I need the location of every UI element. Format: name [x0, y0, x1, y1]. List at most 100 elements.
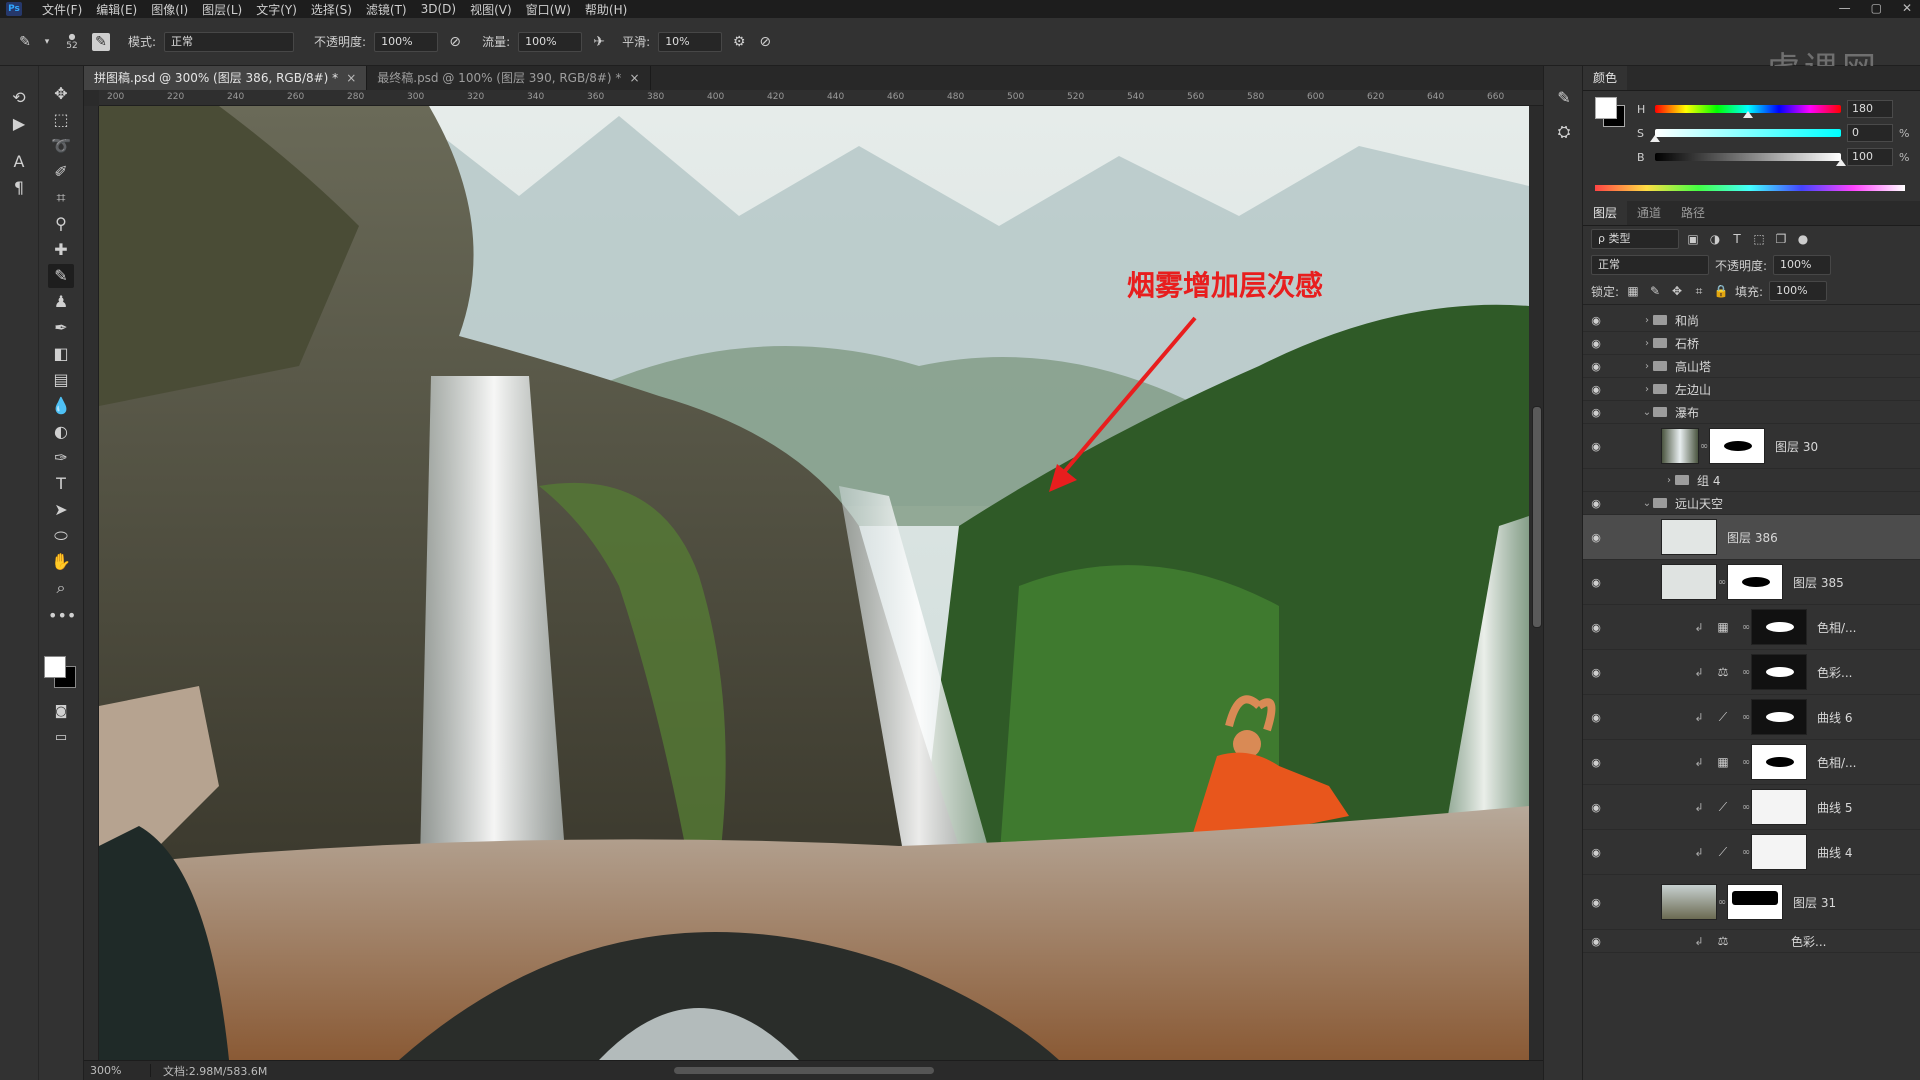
link-icon[interactable]: ∞ [1741, 802, 1751, 813]
close-icon[interactable]: × [346, 66, 356, 90]
move-tool-icon[interactable]: ✥ [48, 82, 74, 106]
layer-group[interactable]: › 组 4 [1583, 469, 1920, 492]
zoom-tool-icon[interactable]: ⌕ [48, 576, 74, 600]
menu-image[interactable]: 图像(I) [151, 1, 188, 18]
layer-group[interactable]: ◉ ⌄ 远山天空 [1583, 492, 1920, 515]
airbrush-icon[interactable]: ✈ [590, 33, 608, 51]
eye-icon[interactable]: ◉ [1583, 621, 1609, 634]
layer-adjustment[interactable]: ◉ ↲ ⚖ 色彩... [1583, 930, 1920, 953]
eye-icon[interactable]: ◉ [1583, 935, 1609, 948]
filter-toggle-icon[interactable]: ● [1795, 231, 1811, 247]
layer-adjustment[interactable]: ◉ ↲ ⚖ ∞ 色彩... [1583, 650, 1920, 695]
chevron-down-icon[interactable]: ▾ [42, 33, 52, 51]
eye-icon[interactable]: ◉ [1583, 383, 1609, 396]
brush-panel-toggle-icon[interactable]: ✎ [92, 32, 110, 51]
eye-icon[interactable]: ◉ [1583, 406, 1609, 419]
dodge-tool-icon[interactable]: ◐ [48, 420, 74, 444]
link-icon[interactable]: ∞ [1741, 712, 1751, 723]
history-icon[interactable]: ⟲ [6, 86, 32, 110]
hue-slider-knob[interactable] [1743, 111, 1753, 118]
crop-tool-icon[interactable]: ⌗ [48, 186, 74, 210]
eye-icon[interactable]: ◉ [1583, 440, 1609, 453]
saturation-slider[interactable] [1650, 129, 1841, 142]
eye-icon[interactable]: ◉ [1583, 896, 1609, 909]
eye-icon[interactable]: ◉ [1583, 531, 1609, 544]
eye-icon[interactable]: ◉ [1583, 314, 1609, 327]
screen-mode-icon[interactable]: ▭ [48, 726, 74, 750]
chevron-right-icon[interactable]: › [1663, 475, 1675, 486]
menu-file[interactable]: 文件(F) [42, 1, 82, 18]
tab-layers[interactable]: 图层 [1583, 201, 1628, 225]
pressure-size-icon[interactable]: ⊘ [756, 33, 774, 51]
layer-image[interactable]: ◉ ∞ 图层 385 [1583, 560, 1920, 605]
layer-filter-select[interactable]: ρ 类型 [1591, 229, 1679, 249]
layer-mask-thumbnail[interactable] [1709, 428, 1765, 464]
history-brush-tool-icon[interactable]: ✒ [48, 316, 74, 340]
smoothing-input[interactable]: 10% [658, 31, 723, 52]
brush-settings-icon[interactable]: ✎ [1551, 86, 1577, 110]
foreground-color-swatch[interactable] [1595, 97, 1617, 119]
close-icon[interactable]: ✕ [1902, 0, 1912, 16]
filter-type-icon[interactable]: T [1729, 231, 1745, 247]
layer-mask-thumbnail[interactable] [1751, 834, 1807, 870]
character-icon[interactable]: A [6, 150, 32, 174]
hue-saturation-icon[interactable]: ▦ [1715, 754, 1731, 770]
hue-saturation-icon[interactable]: ▦ [1715, 619, 1731, 635]
color-ramp[interactable] [1595, 185, 1905, 191]
scroll-thumb[interactable] [1532, 406, 1542, 628]
ellipse-tool-icon[interactable]: ⬭ [48, 524, 74, 548]
chevron-down-icon[interactable]: ⌄ [1641, 407, 1653, 418]
link-icon[interactable]: ∞ [1741, 757, 1751, 768]
link-icon[interactable]: ∞ [1717, 577, 1727, 588]
eye-icon[interactable]: ◉ [1583, 711, 1609, 724]
canvas-vertical-scrollbar[interactable] [1529, 106, 1543, 1060]
layer-image[interactable]: ◉ ∞ 图层 30 [1583, 424, 1920, 469]
chevron-right-icon[interactable]: › [1641, 315, 1653, 326]
lock-transparent-icon[interactable]: ▦ [1625, 283, 1641, 299]
link-icon[interactable]: ∞ [1699, 441, 1709, 452]
filter-shape-icon[interactable]: ⬚ [1751, 231, 1767, 247]
lasso-tool-icon[interactable]: ➰ [48, 134, 74, 158]
saturation-value[interactable]: 0 [1847, 124, 1893, 142]
eye-icon[interactable]: ◉ [1583, 497, 1609, 510]
tab-paths[interactable]: 路径 [1671, 201, 1715, 225]
filter-adjustment-icon[interactable]: ◑ [1707, 231, 1723, 247]
eyedropper-tool-icon[interactable]: ⚲ [48, 212, 74, 236]
document-canvas[interactable]: 烟雾增加层次感 [99, 106, 1529, 1060]
curves-icon[interactable]: ⟋ [1715, 799, 1731, 815]
layer-opacity-input[interactable]: 100% [1773, 255, 1832, 275]
menu-type[interactable]: 文字(Y) [256, 1, 297, 18]
eye-icon[interactable]: ◉ [1583, 801, 1609, 814]
type-tool-icon[interactable]: T [48, 472, 74, 496]
blur-tool-icon[interactable]: 💧 [48, 394, 74, 418]
eye-icon[interactable]: ◉ [1583, 846, 1609, 859]
brush-tool-icon[interactable]: ✎ [48, 264, 74, 288]
zoom-level[interactable]: 300% [84, 1064, 151, 1077]
gear-icon[interactable]: ⚙ [730, 33, 748, 51]
canvas-horizontal-scrollbar[interactable] [674, 1067, 934, 1074]
menu-layer[interactable]: 图层(L) [202, 1, 242, 18]
layer-group[interactable]: ◉ ⌄ 瀑布 [1583, 401, 1920, 424]
brightness-slider[interactable] [1655, 153, 1846, 166]
paragraph-icon[interactable]: ¶ [6, 176, 32, 200]
lock-position-icon[interactable]: ✥ [1669, 283, 1685, 299]
layer-thumbnail[interactable] [1661, 884, 1717, 920]
menu-select[interactable]: 选择(S) [311, 1, 352, 18]
layer-adjustment[interactable]: ◉ ↲ ⟋ ∞ 曲线 5 [1583, 785, 1920, 830]
layer-adjustment[interactable]: ◉ ↲ ⟋ ∞ 曲线 4 [1583, 830, 1920, 875]
filter-smart-object-icon[interactable]: ❐ [1773, 231, 1789, 247]
layer-group[interactable]: ◉ › 左边山 [1583, 378, 1920, 401]
filter-pixel-icon[interactable]: ▣ [1685, 231, 1701, 247]
lock-artboard-icon[interactable]: ⌗ [1691, 283, 1707, 299]
layer-image[interactable]: ◉ ∞ 图层 31 [1583, 875, 1920, 930]
hue-value[interactable]: 180 [1847, 100, 1893, 118]
horizontal-ruler[interactable]: 200 220 240 260 280 300 320 340 360 380 400 420 440 4… [99, 90, 1574, 106]
layer-image-selected[interactable]: ◉ 图层 386 [1583, 515, 1920, 560]
spot-healing-tool-icon[interactable]: ✚ [48, 238, 74, 262]
hand-tool-icon[interactable]: ✋ [48, 550, 74, 574]
eye-icon[interactable]: ◉ [1583, 756, 1609, 769]
eye-icon[interactable]: ◉ [1583, 337, 1609, 350]
tab-document-active[interactable]: 拼图稿.psd @ 300% (图层 386, RGB/8#) * × [84, 66, 368, 90]
brush-tool-icon[interactable]: ✎ [16, 33, 34, 51]
menu-help[interactable]: 帮助(H) [585, 1, 627, 18]
